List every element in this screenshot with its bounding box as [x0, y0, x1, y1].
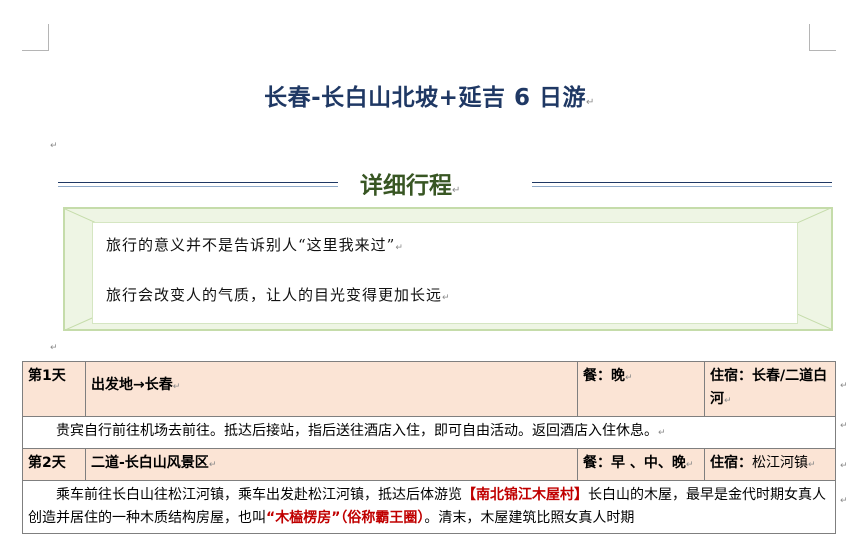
day-label: 第1天 — [22, 361, 86, 417]
section-divider-right-accent — [532, 186, 832, 187]
quote-line: 旅行的意义并不是告诉别人“这里我来过”↵ — [106, 234, 404, 255]
day-route: 二道-长白山风景区↵ — [85, 448, 578, 481]
day-accommodation: 住宿：松江河镇↵ — [704, 448, 836, 481]
day-meals: 餐：早 、中、晚↵ — [577, 448, 705, 481]
route-text: 出发地→长春 — [91, 377, 173, 393]
day-meals: 餐：晚↵ — [577, 361, 705, 417]
stay-label: 住宿： — [710, 455, 752, 471]
highlight-attraction: “木榼楞房”（俗称霸王圈） — [266, 510, 425, 526]
day-accommodation: 住宿：长春/二道白河↵ — [704, 361, 836, 417]
section-divider-left-accent — [58, 186, 338, 187]
paragraph-mark-icon: ↵ — [840, 381, 848, 391]
day-description: 乘车前往长白山往松江河镇，乘车出发赴松江河镇，抵达后体游览【南北锦江木屋村】长白… — [22, 480, 836, 534]
paragraph-mark-icon: ↵ — [395, 243, 404, 253]
paragraph-mark-icon: ↵ — [840, 461, 848, 471]
stay-value: 松江河镇 — [752, 455, 808, 471]
itinerary-table: 第1天 出发地→长春↵ 餐：晚↵ 住宿：长春/二道白河↵ 贵宾自行前往机场去前往… — [22, 361, 836, 534]
paragraph-mark-icon: ↵ — [808, 460, 816, 470]
quote-text: 旅行会改变人的气质，让人的目光变得更加长远 — [106, 286, 443, 304]
day-description-row: 贵宾自行前往机场去前往。抵达后接站，指后送往酒店入住，即可自由活动。返回酒店入住… — [22, 416, 836, 449]
paragraph-mark-icon: ↵ — [685, 460, 694, 470]
quote-line: 旅行会改变人的气质，让人的目光变得更加长远↵ — [106, 284, 451, 305]
paragraph-mark-icon: ↵ — [840, 421, 848, 431]
document-title-text: 长春-长白山北坡+延吉 6 日游 — [264, 85, 586, 111]
day-header-row: 第2天 二道-长白山风景区↵ 餐：早 、中、晚↵ 住宿：松江河镇↵ — [22, 448, 836, 481]
route-text: 二道-长白山风景区 — [91, 455, 209, 471]
paragraph-mark-icon: ↵ — [50, 343, 58, 353]
document-title: 长春-长白山北坡+延吉 6 日游↵ — [0, 78, 859, 112]
day-label: 第2天 — [22, 448, 86, 481]
quote-text: 旅行的意义并不是告诉别人“这里我来过” — [106, 236, 396, 254]
paragraph-mark-icon: ↵ — [50, 141, 58, 151]
paragraph-mark-icon: ↵ — [658, 428, 666, 438]
stay-label: 住宿： — [710, 368, 752, 384]
day-route: 出发地→长春↵ — [85, 361, 578, 417]
paragraph-mark-icon: ↵ — [585, 97, 595, 108]
section-title-text: 详细行程 — [360, 173, 452, 199]
day-header-row: 第1天 出发地→长春↵ 餐：晚↵ 住宿：长春/二道白河↵ — [22, 361, 836, 417]
paragraph-mark-icon: ↵ — [724, 396, 732, 406]
section-title: 详细行程↵ — [360, 166, 530, 200]
page-corner-mark-top-right — [809, 24, 836, 51]
description-text: 。清末，木屋建筑比照女真人时期 — [424, 510, 635, 526]
meals-text: 餐：早 、中、晚 — [583, 455, 686, 471]
day-description: 贵宾自行前往机场去前往。抵达后接站，指后送往酒店入住，即可自由活动。返回酒店入住… — [22, 416, 836, 449]
section-divider-right — [532, 182, 832, 183]
meals-text: 餐：晚 — [583, 368, 625, 384]
paragraph-mark-icon: ↵ — [442, 293, 451, 303]
paragraph-mark-icon: ↵ — [625, 373, 633, 383]
paragraph-mark-icon: ↵ — [208, 460, 217, 470]
paragraph-mark-icon: ↵ — [840, 496, 848, 506]
day-description-row: 乘车前往长白山往松江河镇，乘车出发赴松江河镇，抵达后体游览【南北锦江木屋村】长白… — [22, 480, 836, 534]
description-text: 乘车前往长白山往松江河镇，乘车出发赴松江河镇，抵达后体游览 — [56, 487, 462, 503]
page-corner-mark-top-left — [22, 24, 49, 51]
description-text: 贵宾自行前往机场去前往。抵达后接站，指后送往酒店入住，即可自由活动。返回酒店入住… — [56, 423, 658, 439]
section-divider-left — [58, 182, 338, 183]
paragraph-mark-icon: ↵ — [172, 382, 181, 392]
highlight-attraction: 【南北锦江木屋村】 — [462, 487, 588, 503]
paragraph-mark-icon: ↵ — [452, 185, 461, 196]
